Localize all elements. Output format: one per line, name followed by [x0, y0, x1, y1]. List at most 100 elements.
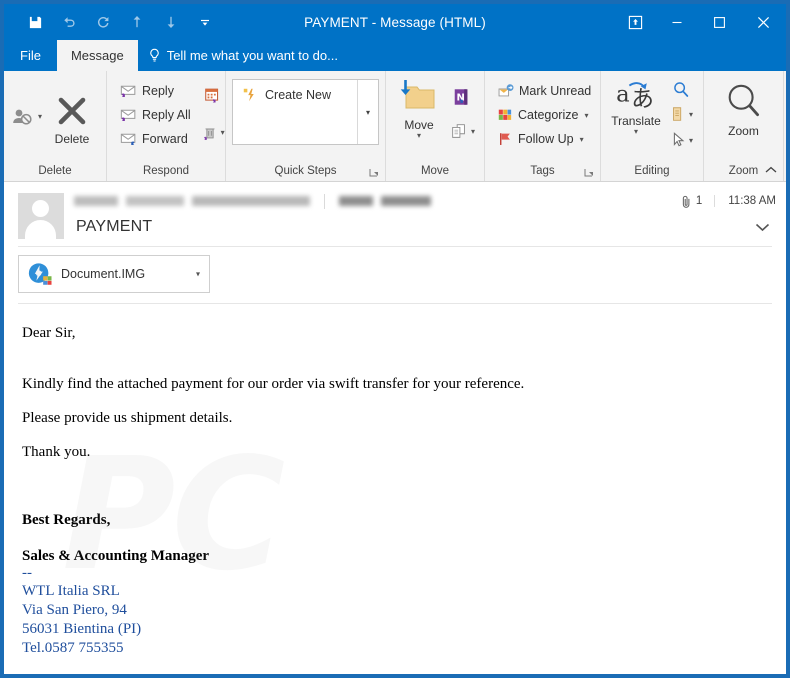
reply-button[interactable]: Reply [115, 79, 195, 103]
ribbon-group-respond: Reply Reply All Forward ▾ Respond [107, 71, 226, 181]
categorize-caret-icon[interactable]: ▾ [584, 111, 588, 120]
signature-phone[interactable]: Tel.0587 755355 [22, 639, 768, 658]
reply-all-icon [120, 109, 136, 121]
body-spacer-4 [22, 460, 768, 512]
delete-button[interactable]: Delete [44, 87, 100, 146]
sender-email-redacted [192, 196, 310, 206]
move-caret-icon[interactable]: ▾ [417, 132, 421, 140]
junk-button[interactable]: ▾ [10, 103, 42, 129]
delete-x-icon [58, 97, 86, 124]
delete-respond-caret-icon[interactable]: ▾ [221, 128, 225, 137]
body-greeting: Dear Sir, [22, 325, 76, 341]
mark-unread-button[interactable]: Mark Unread [493, 79, 595, 103]
avatar-body [25, 220, 56, 239]
outlook-message-window: PAYMENT - Message (HTML) File Message Te… [4, 4, 786, 674]
body-line-1: Kindly find the attached payment for our… [22, 376, 525, 392]
message-meta: 1 11:38 AM [681, 194, 776, 209]
signature-company[interactable]: WTL Italia SRL [22, 582, 768, 601]
create-new-quick-step[interactable]: Create New [233, 80, 331, 103]
rules-caret-icon[interactable]: ▾ [471, 127, 475, 136]
reply-all-button[interactable]: Reply All [115, 103, 195, 127]
mark-unread-label: Mark Unread [519, 84, 592, 98]
translate-caret-icon[interactable]: ▾ [634, 128, 638, 136]
move-label: Move [404, 118, 434, 132]
message-subject: PAYMENT [76, 218, 153, 235]
junk-caret-icon[interactable]: ▾ [38, 112, 42, 121]
customize-quick-access-toolbar-icon[interactable] [188, 7, 222, 37]
cursor-select-icon [673, 132, 685, 147]
translate-button[interactable]: aあ Translate ▾ [607, 77, 665, 136]
close-icon[interactable] [740, 6, 786, 38]
reading-pane: 1 11:38 AM PAYMENT Document.IMG ▾ PC Dea… [4, 182, 786, 674]
tab-file[interactable]: File [4, 40, 57, 71]
ribbon-display-options-icon[interactable] [614, 6, 656, 38]
signature-city[interactable]: 56031 Bientina (PI) [22, 620, 768, 639]
ribbon-group-label-tags: Tags [485, 161, 600, 181]
tags-dialog-launcher-icon[interactable] [584, 168, 594, 178]
categorize-icon [498, 109, 512, 120]
body-spacer-5 [22, 529, 768, 548]
attachment-count: 1 [695, 195, 703, 207]
reply-icon [120, 85, 136, 97]
tab-message[interactable]: Message [56, 40, 138, 71]
find-search-icon [674, 81, 689, 97]
ribbon-group-editing: aあ Translate ▾ ▾ ▾ Editing [601, 71, 704, 181]
header-separator [324, 193, 325, 209]
message-header-details: 1 11:38 AM PAYMENT [74, 190, 786, 239]
signature-street[interactable]: Via San Piero, 94 [22, 601, 768, 620]
outlook-window-frame: PAYMENT - Message (HTML) File Message Te… [0, 0, 790, 678]
redo-icon[interactable] [86, 7, 120, 37]
attachment-filename: Document.IMG [61, 267, 146, 281]
rules-button[interactable]: ▾ [449, 119, 475, 145]
sender-avatar [18, 193, 64, 239]
forward-label: Forward [142, 132, 188, 146]
related-caret-icon[interactable]: ▾ [689, 110, 693, 119]
maximize-icon[interactable] [698, 6, 740, 38]
sender-surname-redacted [126, 196, 184, 206]
minimize-icon[interactable] [656, 6, 698, 38]
next-item-icon[interactable] [154, 7, 188, 37]
attachment-menu-caret-icon[interactable]: ▾ [196, 270, 200, 279]
ribbon-group-label-quick-steps: Quick Steps [226, 161, 385, 181]
related-document-icon [673, 107, 682, 122]
body-spacer-3 [22, 426, 768, 445]
sender-name-redacted [74, 196, 118, 206]
find-button[interactable] [671, 77, 691, 102]
categorize-button[interactable]: Categorize ▾ [493, 103, 595, 127]
expand-header-chevron-icon[interactable] [755, 220, 770, 235]
undo-icon[interactable] [52, 7, 86, 37]
body-spacer-2 [22, 392, 768, 411]
follow-up-caret-icon[interactable]: ▾ [580, 135, 584, 144]
collapse-ribbon-icon[interactable] [763, 162, 779, 178]
body-line-3: Thank you. [22, 444, 91, 460]
quick-steps-dialog-launcher-icon[interactable] [369, 168, 379, 178]
sender-line: 1 11:38 AM [74, 190, 776, 212]
select-button[interactable]: ▾ [669, 128, 693, 153]
attachment-chip[interactable]: Document.IMG ▾ [18, 255, 210, 293]
reply-all-label: Reply All [142, 108, 191, 122]
move-button[interactable]: Move ▾ [391, 77, 447, 140]
recipient-redacted-1 [339, 196, 373, 206]
related-button[interactable]: ▾ [669, 102, 693, 127]
quick-steps-more-icon[interactable]: ▾ [357, 80, 378, 144]
previous-item-icon[interactable] [120, 7, 154, 37]
follow-up-button[interactable]: Follow Up ▾ [493, 127, 595, 151]
ribbon-tab-row: File Message Tell me what you want to do… [4, 40, 786, 71]
forward-button[interactable]: Forward [115, 127, 195, 151]
quick-step-lightning-icon [243, 88, 254, 102]
meeting-button[interactable] [203, 83, 223, 109]
ribbon: ▾ Delete Delete Reply Reply All Forward … [4, 71, 786, 182]
onenote-button[interactable]: N [452, 84, 472, 110]
select-caret-icon[interactable]: ▾ [689, 136, 693, 145]
zoom-button[interactable]: Zoom [712, 77, 776, 138]
delete-respond-button[interactable]: ▾ [201, 120, 225, 146]
paperclip-icon [682, 195, 690, 208]
body-closing: Best Regards, [22, 512, 111, 528]
trash-icon [203, 128, 215, 140]
calendar-reply-icon [204, 88, 218, 103]
quick-steps-gallery[interactable]: Create New ▾ [232, 79, 379, 145]
tell-me-search[interactable]: Tell me what you want to do... [148, 40, 338, 71]
save-icon[interactable] [18, 7, 52, 37]
ribbon-group-label-move: Move [420, 165, 450, 177]
ribbon-group-delete: ▾ Delete Delete [4, 71, 107, 181]
